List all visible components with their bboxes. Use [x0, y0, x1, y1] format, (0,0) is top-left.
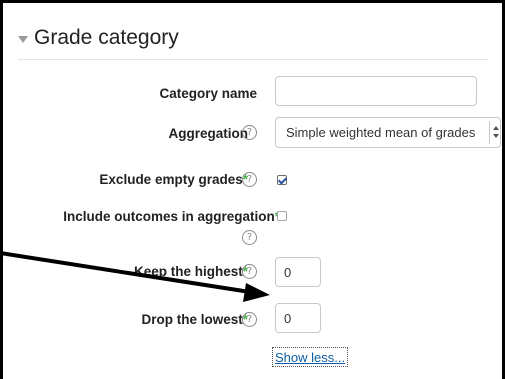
arrow-head	[243, 283, 270, 302]
arrow-annotation	[0, 251, 270, 302]
arrow-shaft	[0, 251, 251, 294]
